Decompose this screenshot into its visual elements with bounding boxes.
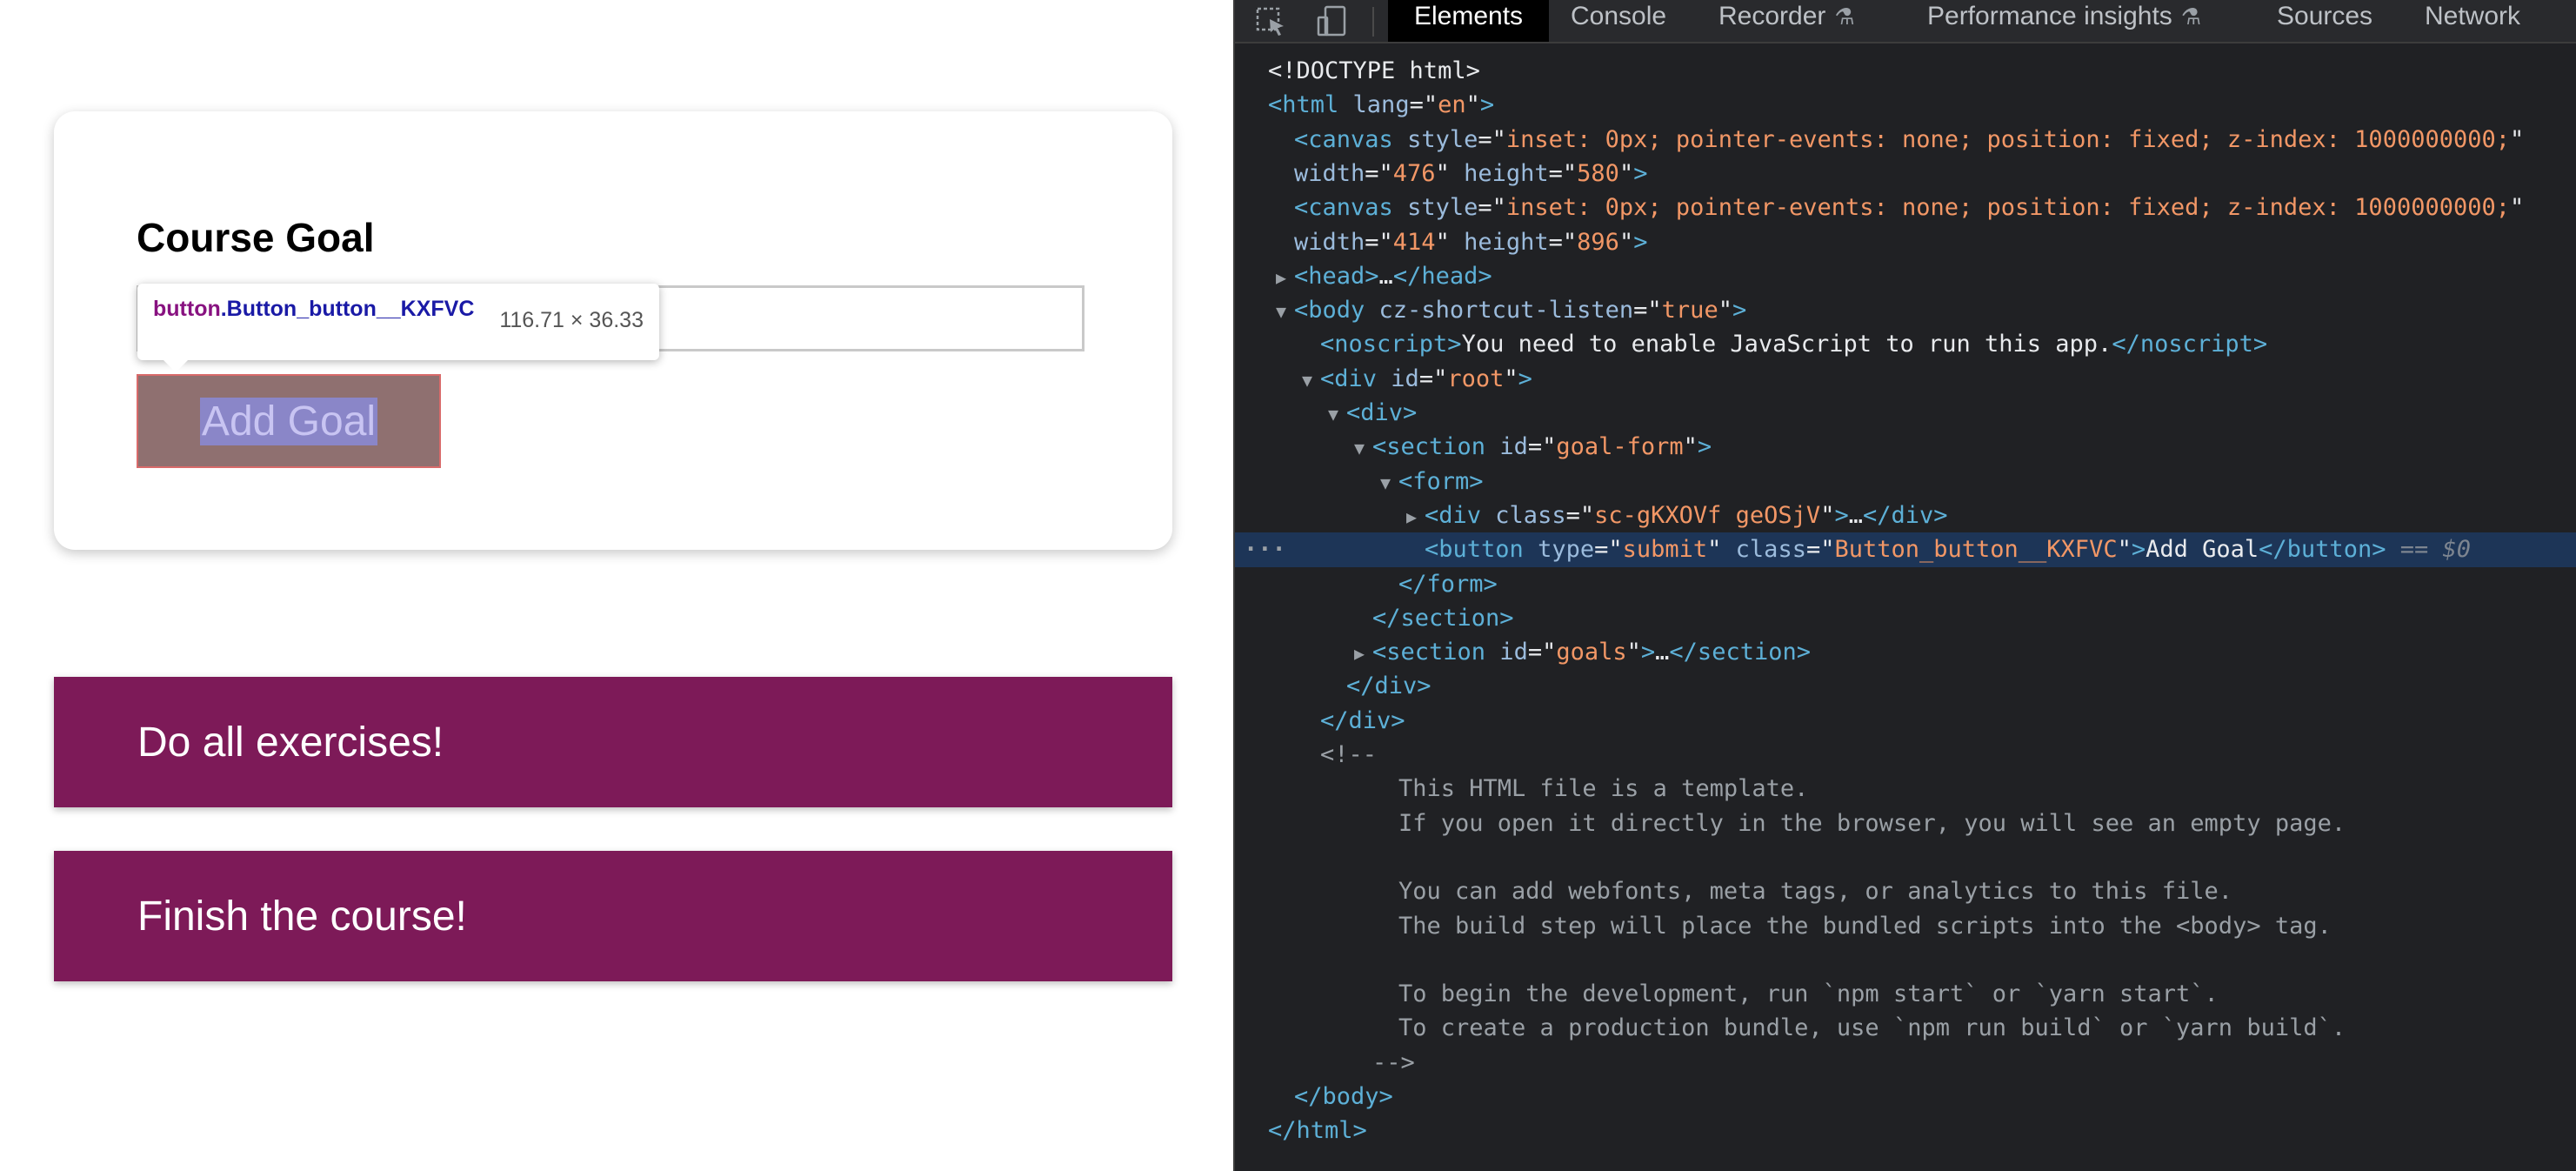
dom-node-markup: -->	[1372, 1048, 1415, 1076]
tab-recorder-label: Recorder	[1718, 2, 1826, 30]
tooltip-element-name: button.Button_button__KXFVC	[153, 296, 475, 322]
dom-node-markup: <canvas style="inset: 0px; pointer-event…	[1294, 125, 2525, 153]
dom-node-markup: You can add webfonts, meta tags, or anal…	[1398, 878, 2233, 906]
goal-item[interactable]: Do all exercises!	[54, 677, 1172, 807]
dom-node-markup: To create a production bundle, use `npm …	[1398, 1014, 2346, 1042]
collapse-triangle-icon[interactable]: ▼	[1346, 431, 1372, 465]
flask-icon: ⚗	[2180, 3, 2202, 30]
add-goal-button[interactable]: Add Goal	[137, 374, 441, 468]
collapse-triangle-icon[interactable]: ▼	[1294, 363, 1320, 398]
collapse-triangle-icon[interactable]: ▼	[1320, 397, 1346, 432]
tooltip-arrow	[164, 360, 188, 372]
dom-node-markup: </html>	[1268, 1117, 1367, 1145]
add-goal-button-label: Add Goal	[199, 397, 378, 445]
dom-node-markup: <canvas style="inset: 0px; pointer-event…	[1294, 194, 2525, 222]
dom-node-markup: </div>	[1320, 706, 1405, 734]
expand-triangle-icon[interactable]: ▶	[1398, 499, 1425, 534]
goal-item[interactable]: Finish the course!	[54, 851, 1172, 981]
dom-node-markup: <form>	[1398, 467, 1484, 495]
flask-icon: ⚗	[1834, 3, 1855, 30]
tab-recorder[interactable]: Recorder ⚗	[1718, 0, 1855, 42]
dom-node-markup: <section id="goal-form">	[1372, 433, 1712, 461]
more-actions-icon[interactable]: ···	[1244, 532, 1286, 567]
devtools-panel: Elements Console Recorder ⚗ Performance i…	[1233, 0, 2576, 1171]
dom-node-selected[interactable]: ··· <button type="submit" class="Button_b…	[1235, 532, 2576, 568]
dom-node-markup: <button type="submit" class="Button_butt…	[1425, 536, 2472, 564]
dom-node-markup: <!--	[1320, 741, 1378, 768]
dom-node-markup: <html lang="en">	[1268, 91, 1495, 119]
dom-node-markup: <section id="goals">…</section>	[1372, 639, 1811, 666]
tooltip-size: 116.71 × 36.33	[499, 308, 644, 332]
expand-triangle-icon[interactable]: ▶	[1268, 260, 1294, 295]
dom-node-markup: width="414" height="896">	[1294, 228, 1648, 256]
dom-node-markup: <!DOCTYPE html>	[1268, 57, 1480, 84]
dom-node-markup: If you open it directly in the browser, …	[1398, 809, 2346, 837]
form-title: Course Goal	[137, 215, 375, 260]
dom-node-markup: The build step will place the bundled sc…	[1398, 912, 2332, 940]
expand-triangle-icon[interactable]: ▶	[1346, 636, 1372, 671]
page-viewport: Course Goal Add Goal button.Button_butto…	[0, 0, 1233, 1171]
dom-node-markup: </div>	[1346, 672, 1431, 700]
dom-node-markup: To begin the development, run `npm start…	[1398, 980, 2219, 1008]
elements-dom-tree: <!DOCTYPE html> <html lang="en"> <canvas s…	[1235, 45, 2576, 1171]
tab-network[interactable]: Network	[2425, 0, 2520, 42]
tab-elements[interactable]: Elements	[1388, 0, 1550, 42]
goal-item-text: Do all exercises!	[137, 719, 444, 766]
inspect-tooltip: button.Button_button__KXFVC 116.71 × 36.…	[137, 284, 659, 372]
dom-node-markup: <div class="sc-gKXOVf geOSjV">…</div>	[1425, 501, 1948, 529]
device-toolbar-icon[interactable]	[1315, 5, 1350, 38]
dom-node-markup: This HTML file is a template.	[1398, 775, 1809, 803]
collapse-triangle-icon[interactable]: ▼	[1268, 294, 1294, 329]
dom-node-markup: width="476" height="580">	[1294, 159, 1648, 187]
dom-node-markup: <div>	[1346, 399, 1418, 426]
dom-node-markup: </body>	[1294, 1083, 1393, 1110]
tooltip-tag: button	[153, 297, 221, 321]
dom-node-markup: <div id="root">	[1320, 365, 1532, 392]
devtools-toolbar: Elements Console Recorder ⚗ Performance i…	[1235, 0, 2576, 43]
dom-node-markup: <head>…</head>	[1294, 262, 1492, 290]
dom-node-markup: <noscript>You need to enable JavaScript …	[1320, 331, 2268, 358]
dom-node-markup: </section>	[1372, 604, 1514, 632]
tab-performance-insights-label: Performance insights	[1927, 2, 2172, 30]
goal-item-text: Finish the course!	[137, 893, 467, 940]
tooltip-class: .Button_button__KXFVC	[220, 297, 475, 321]
tab-console[interactable]: Console	[1571, 0, 1666, 42]
tab-performance-insights[interactable]: Performance insights ⚗	[1927, 0, 2201, 42]
dom-node-markup: </form>	[1398, 570, 1498, 598]
collapse-triangle-icon[interactable]: ▼	[1372, 465, 1398, 500]
dom-node-markup: <body cz-shortcut-listen="true">	[1294, 297, 1747, 325]
toolbar-separator	[1372, 7, 1374, 37]
inspect-element-icon[interactable]	[1254, 5, 1289, 38]
tab-sources[interactable]: Sources	[2277, 0, 2372, 42]
